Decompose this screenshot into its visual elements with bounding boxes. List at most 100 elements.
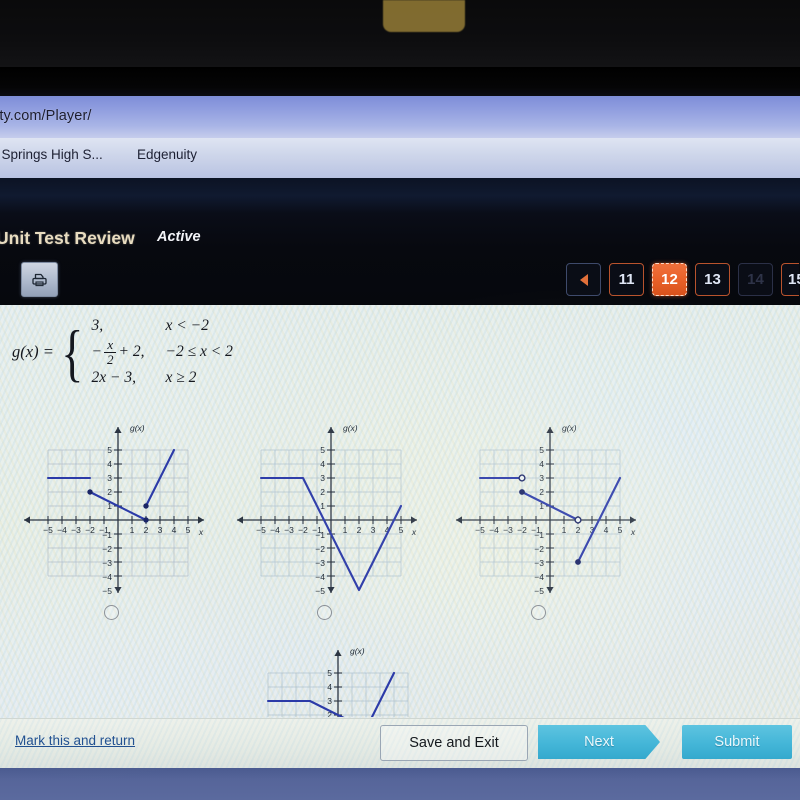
printer-icon	[30, 271, 49, 289]
answer-option-d-graph[interactable]: 543 21 g(x)	[238, 628, 438, 717]
svg-text:−3: −3	[284, 525, 294, 535]
svg-text:−3: −3	[102, 558, 112, 568]
svg-text:−2: −2	[517, 525, 527, 535]
svg-text:g(x): g(x)	[130, 423, 145, 433]
case-1-condition: x < −2	[165, 317, 209, 334]
case-2-plus-term: + 2,	[118, 343, 145, 360]
svg-text:5: 5	[320, 445, 325, 455]
function-case-3: 2x − 3, x ≥ 2	[92, 367, 233, 389]
svg-text:g(x): g(x)	[343, 423, 358, 433]
svg-text:−4: −4	[489, 525, 499, 535]
case-2-numerator: x	[104, 338, 117, 353]
svg-text:4: 4	[604, 525, 609, 535]
pagination-page-12-current[interactable]: 12	[652, 263, 687, 296]
svg-text:−4: −4	[534, 572, 544, 582]
svg-text:x: x	[198, 527, 204, 537]
answer-option-a-graph[interactable]: −5 −4 −3 −2 −1 1 23 45 x 543 21 −1 −2 −3 −4 −5…	[18, 405, 218, 605]
case-2-minus-sign: −	[91, 343, 103, 360]
case-2-fraction: x 2	[104, 338, 117, 366]
svg-text:5: 5	[399, 525, 404, 535]
laptop-bezel-bottom	[0, 768, 800, 800]
svg-text:−5: −5	[43, 525, 53, 535]
pagination-prev-button[interactable]	[566, 263, 601, 296]
svg-text:5: 5	[107, 445, 112, 455]
svg-text:5: 5	[618, 525, 623, 535]
svg-text:g(x): g(x)	[350, 646, 365, 656]
next-button[interactable]: Next	[538, 725, 660, 759]
svg-text:−3: −3	[534, 558, 544, 568]
svg-text:−2: −2	[85, 525, 95, 535]
case-2-denominator: 2	[107, 351, 114, 367]
function-cases: 3, x < −2 − x 2 + 2, −2 ≤ x < 2 2x − 3, …	[92, 315, 233, 389]
svg-text:x: x	[630, 527, 636, 537]
svg-text:−2: −2	[315, 544, 325, 554]
graph-c-svg: −5 −4 −3 −2 −1 1 23 45 x 543 21 −1−2 −3−4−5…	[456, 423, 636, 596]
svg-text:2: 2	[539, 487, 544, 497]
svg-text:−4: −4	[57, 525, 67, 535]
answer-radio-b[interactable]	[317, 605, 332, 620]
svg-text:x: x	[411, 527, 417, 537]
svg-text:−5: −5	[534, 586, 544, 596]
question-pagination[interactable]: 11 12 13 14 15	[566, 263, 800, 296]
pagination-page-13[interactable]: 13	[695, 263, 730, 296]
svg-text:4: 4	[172, 525, 177, 535]
save-and-exit-button[interactable]: Save and Exit	[380, 725, 528, 761]
svg-text:−5: −5	[256, 525, 266, 535]
function-case-2: − x 2 + 2, −2 ≤ x < 2	[91, 338, 233, 366]
bookmark-item-school[interactable]: t Springs High S...	[0, 147, 103, 162]
left-triangle-icon	[579, 273, 588, 286]
address-bar-url[interactable]: ity.com/Player/	[0, 108, 92, 124]
svg-text:2: 2	[320, 487, 325, 497]
case-3-condition: x ≥ 2	[165, 369, 197, 386]
case-3-expression: 2x − 3,	[91, 369, 137, 386]
svg-text:g(x): g(x)	[562, 423, 577, 433]
graph-b-svg: −5 −4 −3 −2 −1 1 23 45 x 543 21 −1−2 −3−4−5…	[237, 423, 417, 596]
svg-text:3: 3	[327, 696, 332, 706]
svg-text:−1: −1	[534, 530, 544, 540]
svg-text:−4: −4	[315, 572, 325, 582]
svg-text:4: 4	[107, 459, 112, 469]
svg-text:4: 4	[320, 459, 325, 469]
svg-text:−3: −3	[71, 525, 81, 535]
browser-address-bar[interactable]: ity.com/Player/	[0, 96, 800, 138]
pagination-page-14-disabled: 14	[738, 263, 773, 296]
bezel-gap	[0, 67, 800, 96]
svg-text:−5: −5	[102, 586, 112, 596]
svg-text:5: 5	[186, 525, 191, 535]
svg-text:3: 3	[158, 525, 163, 535]
svg-text:2: 2	[107, 487, 112, 497]
svg-text:1: 1	[343, 525, 348, 535]
graph-d-svg: 543 21 g(x)	[266, 646, 409, 717]
svg-text:3: 3	[107, 473, 112, 483]
bookmark-item-edgenuity[interactable]: Edgenuity	[137, 147, 197, 162]
svg-text:4: 4	[539, 459, 544, 469]
piecewise-function: g(x) = { 3, x < −2 − x 2 + 2, −2 ≤ x < 2…	[12, 315, 233, 389]
svg-text:−5: −5	[315, 586, 325, 596]
svg-text:−3: −3	[315, 558, 325, 568]
pagination-page-15-clipped[interactable]: 15	[781, 263, 800, 296]
svg-text:−1: −1	[102, 530, 112, 540]
mark-this-and-return-link[interactable]: Mark this and return	[15, 733, 135, 748]
svg-text:5: 5	[327, 668, 332, 678]
submit-button[interactable]: Submit	[682, 725, 792, 759]
svg-text:−2: −2	[102, 544, 112, 554]
answer-radio-a[interactable]	[104, 605, 119, 620]
svg-text:2: 2	[576, 525, 581, 535]
function-label: g(x) =	[12, 342, 54, 361]
svg-text:2: 2	[144, 525, 149, 535]
svg-text:3: 3	[320, 473, 325, 483]
bookmarks-bar: t Springs High S... ✖ Edgenuity	[0, 138, 800, 178]
print-button[interactable]	[21, 262, 58, 297]
answer-option-b-graph[interactable]: −5 −4 −3 −2 −1 1 23 45 x 543 21 −1 −2 −3 −4 −5…	[231, 405, 431, 605]
answer-option-c-graph[interactable]: −5 −4 −3 −2 −1 1 23 45 x 543 21 −1 −2 −3 −4 −5…	[450, 405, 650, 605]
svg-text:2: 2	[357, 525, 362, 535]
answer-radio-c[interactable]	[531, 605, 546, 620]
bezel-tab-shape	[383, 0, 465, 32]
pagination-page-11[interactable]: 11	[609, 263, 644, 296]
photographed-screen: ity.com/Player/ t Springs High S... ✖ Ed…	[0, 0, 800, 800]
graph-a-svg: −5 −4 −3 −2 −1 1 23 45 x 543 21 −1−2 −3−4−5…	[24, 423, 204, 596]
page-title: Unit Test Review	[0, 228, 135, 248]
svg-text:−1: −1	[315, 530, 325, 540]
svg-text:−4: −4	[102, 572, 112, 582]
case-1-expression: 3,	[91, 317, 104, 334]
